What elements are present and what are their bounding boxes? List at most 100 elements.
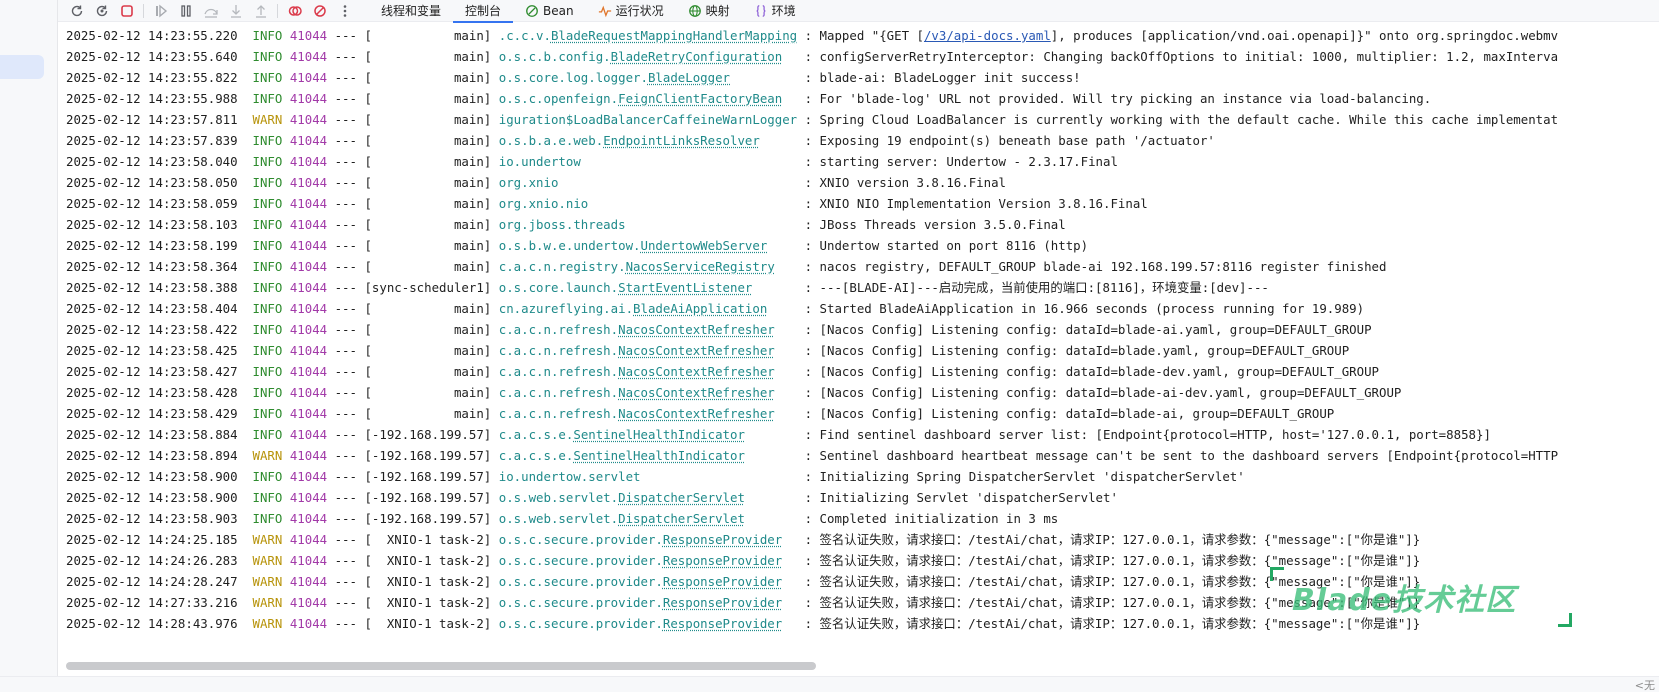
scrollbar-thumb[interactable] — [66, 662, 816, 670]
log-separator: --- — [334, 301, 357, 316]
log-message-text: Undertow started on port 8116 (http) — [812, 238, 1089, 253]
log-line: 2025-02-12 14:23:58.428 INFO 41044 --- [… — [66, 382, 1659, 403]
tab-mappings[interactable]: 映射 — [676, 0, 742, 22]
log-timestamp: 2025-02-12 14:23:55.988 — [66, 91, 238, 106]
log-separator: --- — [334, 469, 357, 484]
log-pid: 41044 — [289, 154, 328, 169]
log-timestamp: 2025-02-12 14:28:43.976 — [66, 616, 238, 631]
selected-gutter-item[interactable] — [0, 55, 44, 79]
mapping-globe-icon — [688, 4, 701, 17]
horizontal-scrollbar[interactable] — [66, 661, 1659, 671]
tab-threads-variables[interactable]: 线程和变量 — [369, 0, 453, 22]
left-tool-gutter — [0, 0, 58, 692]
logger-class-link[interactable]: EndpointLinksResolver — [603, 133, 760, 148]
log-thread: [ XNIO-1 task-2] — [364, 574, 492, 589]
watermark-corner — [1270, 567, 1284, 581]
logger-class-link[interactable]: BladeLogger — [648, 70, 730, 85]
log-message-text: Exposing 19 endpoint(s) beneath base pat… — [812, 133, 1215, 148]
step-out-icon[interactable] — [250, 1, 271, 21]
log-separator: --- — [334, 133, 357, 148]
log-timestamp: 2025-02-12 14:24:25.185 — [66, 532, 238, 547]
log-pid: 41044 — [289, 553, 328, 568]
logger-class-link[interactable]: NacosContextRefresher — [618, 385, 775, 400]
mute-breakpoints-icon[interactable] — [309, 1, 330, 21]
logger-class-link[interactable]: ResponseProvider — [663, 595, 782, 610]
log-separator: --- — [334, 259, 357, 274]
logger-class-link[interactable]: FeignClientFactoryBean — [618, 91, 782, 106]
log-message: JBoss Threads version 3.5.0.Final — [812, 217, 1066, 232]
view-breakpoints-icon[interactable] — [284, 1, 305, 21]
resume-icon[interactable] — [150, 1, 171, 21]
log-message-text: For 'blade-log' URL not provided. Will t… — [812, 91, 1432, 106]
tab-environment[interactable]: 环境 — [742, 0, 808, 22]
logger-package: io.undertow — [498, 154, 581, 169]
logger-class-link[interactable]: StartEventListener — [618, 280, 752, 295]
log-level: INFO — [252, 196, 283, 211]
log-line: 2025-02-12 14:23:58.422 INFO 41044 --- [… — [66, 319, 1659, 340]
logger-package: o.s.b.a.e.web. — [498, 133, 604, 148]
logger-class-link[interactable]: BladeRetryConfiguration — [611, 49, 783, 64]
log-logger: o.s.c.b.config.BladeRetryConfiguration — [499, 46, 797, 67]
logger-class-link[interactable]: NacosContextRefresher — [618, 364, 775, 379]
logger-class-link[interactable]: ResponseProvider — [663, 553, 782, 568]
log-message: [Nacos Config] Listening config: dataId=… — [812, 322, 1372, 337]
log-message-text: JBoss Threads version 3.5.0.Final — [812, 217, 1066, 232]
logger-class-link[interactable]: DispatcherServlet — [618, 511, 745, 526]
log-logger: o.s.core.log.logger.BladeLogger — [499, 67, 797, 88]
logger-class-link[interactable]: NacosContextRefresher — [618, 406, 775, 421]
rerun-failed-icon[interactable] — [91, 1, 112, 21]
log-message: XNIO version 3.8.16.Final — [812, 175, 1007, 190]
step-into-icon[interactable] — [225, 1, 246, 21]
log-timestamp: 2025-02-12 14:24:28.247 — [66, 574, 238, 589]
debug-tabs: 线程和变量 控制台 Bean 运行状况 映射 环境 — [369, 0, 808, 23]
log-message-text: starting server: Undertow - 2.3.17.Final — [812, 154, 1118, 169]
log-timestamp: 2025-02-12 14:23:58.903 — [66, 511, 238, 526]
log-logger: iguration$LoadBalancerCaffeineWarnLogger — [499, 109, 797, 130]
log-line: 2025-02-12 14:23:58.903 INFO 41044 --- [… — [66, 508, 1659, 529]
log-thread: [ main] — [364, 217, 492, 232]
logger-class-link[interactable]: ResponseProvider — [663, 616, 782, 631]
logger-class-link[interactable]: ResponseProvider — [663, 574, 782, 589]
log-line: 2025-02-12 14:23:57.839 INFO 41044 --- [… — [66, 130, 1659, 151]
rerun-icon[interactable] — [66, 1, 87, 21]
tab-console[interactable]: 控制台 — [453, 0, 514, 23]
log-level: INFO — [252, 238, 283, 253]
logger-class-link[interactable]: NacosContextRefresher — [618, 343, 775, 358]
log-message-link[interactable]: /v3/api-docs.yaml — [924, 28, 1051, 43]
logger-class-link[interactable]: BladeRequestMappingHandlerMapping — [551, 28, 797, 43]
more-options-icon[interactable] — [334, 1, 355, 21]
log-line: 2025-02-12 14:23:58.059 INFO 41044 --- [… — [66, 193, 1659, 214]
logger-package: org.jboss.threads — [498, 217, 626, 232]
log-logger: c.a.c.n.refresh.NacosContextRefresher — [499, 361, 797, 382]
log-line: 2025-02-12 14:23:58.040 INFO 41044 --- [… — [66, 151, 1659, 172]
logger-class-link[interactable]: SentinelHealthIndicator — [573, 448, 745, 463]
log-level: INFO — [252, 427, 283, 442]
log-thread: [-192.168.199.57] — [364, 448, 492, 463]
log-thread: [-192.168.199.57] — [364, 511, 492, 526]
step-over-icon[interactable] — [200, 1, 221, 21]
log-timestamp: 2025-02-12 14:23:55.220 — [66, 28, 238, 43]
log-separator: --- — [334, 574, 357, 589]
log-level: INFO — [252, 343, 283, 358]
stop-icon[interactable] — [116, 1, 137, 21]
log-line: 2025-02-12 14:23:58.429 INFO 41044 --- [… — [66, 403, 1659, 424]
logger-class-link[interactable]: ResponseProvider — [663, 532, 782, 547]
console-toolbar: 线程和变量 控制台 Bean 运行状况 映射 环境 — [58, 0, 1659, 23]
logger-class-link[interactable]: NacosServiceRegistry — [626, 259, 775, 274]
pause-icon[interactable] — [175, 1, 196, 21]
logger-class-link[interactable]: NacosContextRefresher — [618, 322, 775, 337]
log-message: [Nacos Config] Listening config: dataId=… — [812, 406, 1335, 421]
log-pid: 41044 — [289, 196, 328, 211]
tab-health[interactable]: 运行状况 — [586, 0, 676, 22]
log-logger: o.s.c.secure.provider.ResponseProvider — [499, 571, 797, 592]
log-timestamp: 2025-02-12 14:23:57.811 — [66, 112, 238, 127]
logger-class-link[interactable]: BladeAiApplication — [633, 301, 767, 316]
logger-class-link[interactable]: UndertowWebServer — [641, 238, 768, 253]
log-thread: [ main] — [364, 175, 492, 190]
log-thread: [ main] — [364, 301, 492, 316]
logger-class-link[interactable]: SentinelHealthIndicator — [573, 427, 745, 442]
logger-class-link[interactable]: DispatcherServlet — [618, 490, 745, 505]
tab-bean[interactable]: Bean — [513, 0, 586, 22]
log-timestamp: 2025-02-12 14:23:57.839 — [66, 133, 238, 148]
log-message: [Nacos Config] Listening config: dataId=… — [812, 364, 1380, 379]
